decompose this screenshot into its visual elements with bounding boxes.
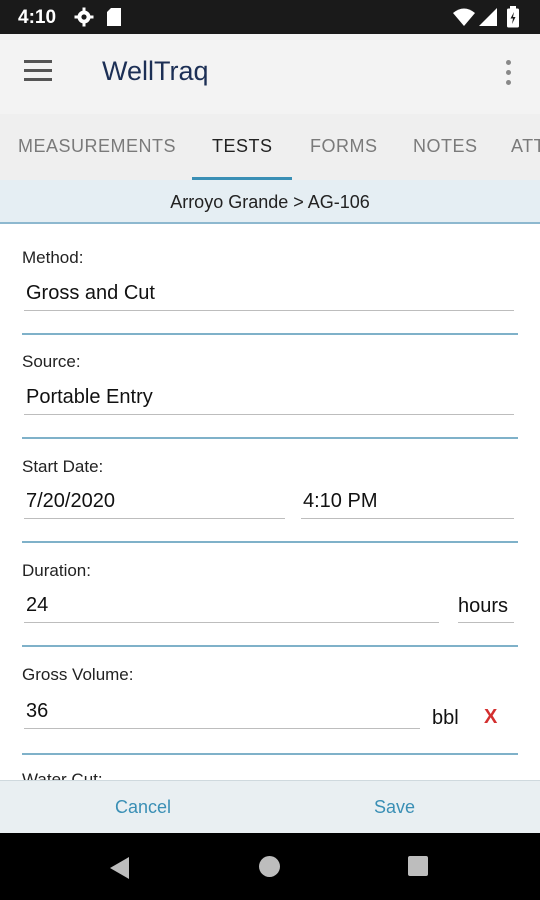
signal-icon bbox=[478, 7, 498, 32]
method-field-underline bbox=[24, 310, 514, 311]
tab-tests[interactable]: TESTS bbox=[212, 136, 273, 157]
breadcrumb: Arroyo Grande > AG-106 bbox=[0, 180, 540, 224]
source-label: Source: bbox=[22, 352, 81, 371]
battery-icon bbox=[506, 6, 520, 33]
back-icon[interactable] bbox=[110, 857, 129, 879]
menu-icon[interactable] bbox=[24, 60, 54, 84]
test-form: Method: Gross and Cut Source: Portable E… bbox=[0, 224, 540, 780]
start-date-field[interactable]: 7/20/2020 bbox=[26, 490, 115, 513]
method-label: Method: bbox=[22, 248, 84, 267]
recent-apps-icon[interactable] bbox=[408, 856, 428, 876]
duration-label: Duration: bbox=[22, 561, 91, 580]
status-time: 4:10 bbox=[18, 7, 57, 28]
gross-volume-input-underline bbox=[24, 728, 420, 729]
clear-gross-volume-icon[interactable]: X bbox=[484, 706, 497, 729]
start-time-underline bbox=[301, 518, 514, 519]
tab-forms[interactable]: FORMS bbox=[310, 136, 378, 157]
section-divider bbox=[22, 753, 518, 755]
source-field-underline bbox=[24, 414, 514, 415]
duration-input-underline bbox=[24, 622, 439, 623]
section-divider bbox=[22, 437, 518, 439]
source-field[interactable]: Portable Entry bbox=[26, 386, 153, 409]
water-cut-label: Water Cut: bbox=[22, 770, 103, 780]
tab-measurements[interactable]: MEASUREMENTS bbox=[18, 136, 176, 157]
tab-attachments[interactable]: ATT bbox=[511, 136, 540, 157]
duration-unit-underline bbox=[458, 622, 514, 623]
status-bar: 4:10 bbox=[0, 0, 540, 34]
settings-gear-icon bbox=[74, 7, 94, 32]
gross-volume-unit: bbl bbox=[432, 707, 459, 729]
cancel-button[interactable]: Cancel bbox=[115, 797, 171, 818]
save-button[interactable]: Save bbox=[374, 797, 415, 818]
start-time-field[interactable]: 4:10 PM bbox=[303, 490, 377, 513]
start-date-label: Start Date: bbox=[22, 457, 104, 476]
tab-notes[interactable]: NOTES bbox=[413, 136, 478, 157]
section-divider bbox=[22, 333, 518, 335]
app-bar: WellTraq bbox=[0, 34, 540, 114]
sd-card-icon bbox=[106, 7, 122, 32]
duration-unit-select[interactable]: hours bbox=[458, 595, 508, 618]
section-divider bbox=[22, 645, 518, 647]
wifi-icon bbox=[452, 7, 476, 32]
duration-input[interactable]: 24 bbox=[26, 594, 48, 617]
app-title: WellTraq bbox=[102, 56, 209, 86]
tab-bar: MEASUREMENTS TESTS FORMS NOTES ATT bbox=[0, 114, 540, 180]
system-nav-bar bbox=[0, 833, 540, 900]
more-options-icon[interactable] bbox=[500, 60, 516, 90]
gross-volume-label: Gross Volume: bbox=[22, 665, 134, 684]
method-field[interactable]: Gross and Cut bbox=[26, 282, 155, 305]
section-divider bbox=[22, 541, 518, 543]
gross-volume-input[interactable]: 36 bbox=[26, 700, 48, 723]
start-date-underline bbox=[24, 518, 285, 519]
home-icon[interactable] bbox=[259, 856, 280, 877]
action-bar: Cancel Save bbox=[0, 780, 540, 834]
